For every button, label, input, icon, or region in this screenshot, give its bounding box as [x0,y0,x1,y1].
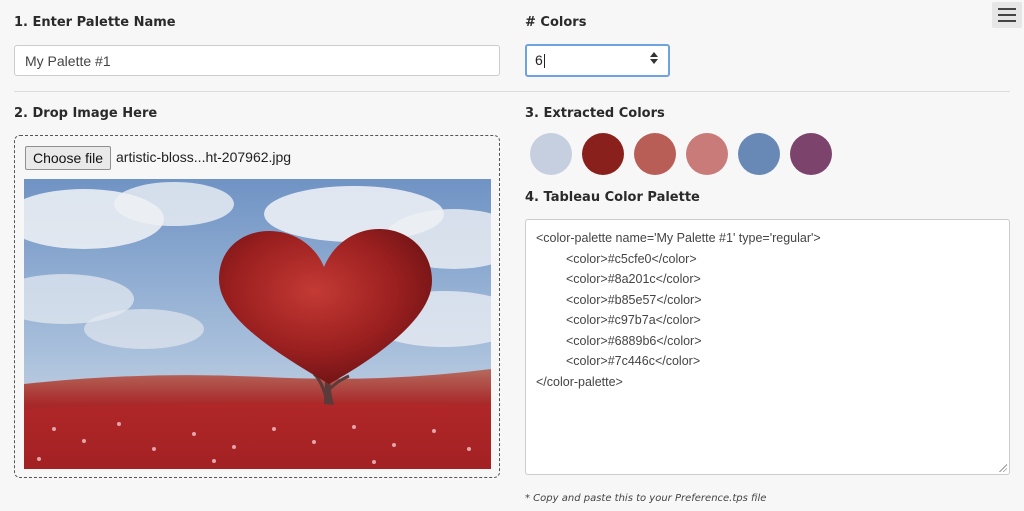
color-swatch[interactable] [686,133,728,175]
hamburger-menu-icon[interactable] [992,2,1022,28]
palette-name-value: My Palette #1 [25,53,111,69]
palette-name-label: 1. Enter Palette Name [14,15,176,30]
color-swatch[interactable] [790,133,832,175]
section-divider [14,91,1010,92]
code-line: <color>#7c446c</color> [566,354,701,368]
code-line: </color-palette> [536,374,623,389]
code-line: <color>#c97b7a</color> [566,313,701,327]
palette-name-input[interactable]: My Palette #1 [14,45,500,76]
palette-code-textarea[interactable]: <color-palette name='My Palette #1' type… [525,219,1010,475]
tableau-palette-label: 4. Tableau Color Palette [525,190,700,205]
color-swatch[interactable] [582,133,624,175]
color-swatch[interactable] [738,133,780,175]
color-swatch[interactable] [530,133,572,175]
code-line: <color>#b85e57</color> [566,292,702,307]
color-swatch[interactable] [634,133,676,175]
code-line: <color-palette name='My Palette #1' type… [536,231,821,245]
colors-count-value: 6 [535,52,543,68]
spin-up-icon[interactable] [650,52,658,57]
color-swatches [530,133,832,175]
drop-image-label: 2. Drop Image Here [14,106,158,121]
colors-count-label: # Colors [525,15,587,30]
code-line: <color>#8a201c</color> [566,272,701,286]
resize-handle-icon[interactable] [999,464,1007,472]
code-line: <color>#6889b6</color> [566,333,702,348]
code-line: <color>#c5cfe0</color> [566,251,697,266]
spin-down-icon[interactable] [650,59,658,64]
uploaded-image-preview [24,179,491,469]
colors-count-input[interactable]: 6 [525,44,670,77]
file-name-text: artistic-bloss...ht-207962.jpg [116,149,292,165]
choose-file-button[interactable]: Choose file [25,146,112,170]
extracted-colors-label: 3. Extracted Colors [525,106,665,121]
image-drop-zone[interactable]: Choose file artistic-bloss...ht-207962.j… [14,135,500,478]
copy-paste-note: * Copy and paste this to your Preference… [525,493,767,504]
number-spinner-icon[interactable] [650,52,658,64]
